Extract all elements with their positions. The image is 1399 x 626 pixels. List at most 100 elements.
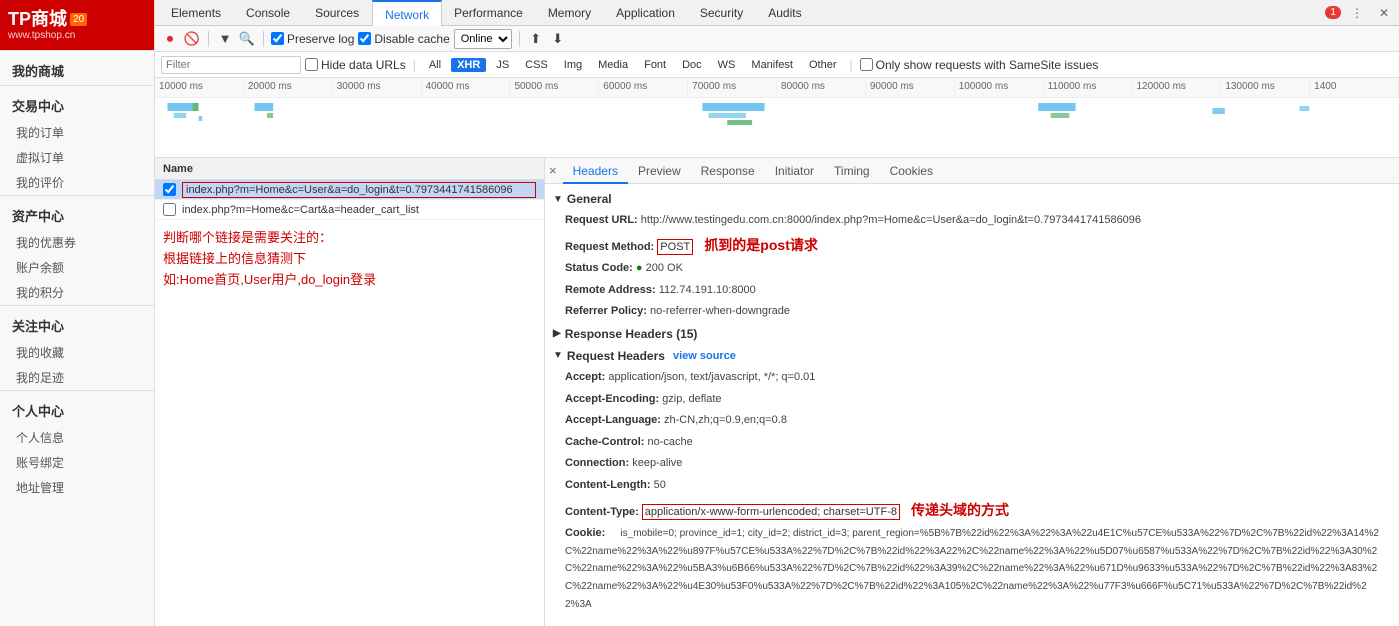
details-content: ▼ General Request URL: http://www.testin… [545, 184, 1399, 626]
sidebar-item-virtual-orders[interactable]: 虚拟订单 [0, 145, 154, 170]
tick-4: 50000 ms [510, 78, 599, 97]
filter-css[interactable]: CSS [519, 58, 554, 72]
request-headers-arrow: ▼ [553, 350, 563, 361]
tab-audits[interactable]: Audits [756, 0, 814, 26]
request-item-cart[interactable]: index.php?m=Home&c=Cart&a=header_cart_li… [155, 200, 544, 220]
network-toolbar: ⏺ 🚫 ▼ 🔍 Preserve log Disable cache Onlin… [155, 26, 1399, 52]
timeline-bars [155, 98, 1399, 158]
sidebar-item-address[interactable]: 地址管理 [0, 475, 154, 500]
status-value: 200 OK [646, 262, 683, 274]
filter-bar: Hide data URLs | All XHR JS CSS Img Medi… [155, 52, 1399, 78]
tick-12: 130000 ms [1221, 78, 1310, 97]
filter-separator: | [413, 58, 416, 72]
sidebar-item-balance[interactable]: 账户余额 [0, 255, 154, 280]
tab-memory[interactable]: Memory [536, 0, 604, 26]
cache-row: Cache-Control: no-cache [553, 432, 1391, 454]
tick-0: 10000 ms [155, 78, 244, 97]
sidebar-item-footprint[interactable]: 我的足迹 [0, 365, 154, 390]
tick-1: 20000 ms [244, 78, 333, 97]
response-headers-section[interactable]: ▶ Response Headers (15) [553, 323, 1391, 345]
tab-network[interactable]: Network [372, 0, 442, 26]
sidebar-item-my-orders[interactable]: 我的订单 [0, 120, 154, 145]
close-details-btn[interactable]: × [549, 163, 557, 178]
sidebar-item-bind-account[interactable]: 账号绑定 [0, 450, 154, 475]
tick-11: 120000 ms [1132, 78, 1221, 97]
stop-btn[interactable]: 🚫 [183, 30, 201, 48]
content-area: Name index.php?m=Home&c=User&a=do_login&… [155, 158, 1399, 626]
tab-elements[interactable]: Elements [159, 0, 234, 26]
hide-data-urls-checkbox[interactable]: Hide data URLs [305, 58, 406, 72]
same-site-checkbox[interactable]: Only show requests with SameSite issues [860, 58, 1099, 72]
details-tab-preview[interactable]: Preview [628, 158, 691, 184]
details-tab-headers[interactable]: Headers [563, 158, 628, 184]
filter-js[interactable]: JS [490, 58, 515, 72]
tick-13: 1400 [1310, 78, 1399, 97]
logo-badge: 20 [70, 13, 87, 26]
section-personal: 个人中心 [0, 390, 154, 425]
more-options-btn[interactable]: ⋮ [1345, 6, 1369, 20]
tab-security[interactable]: Security [688, 0, 756, 26]
separator-2 [263, 31, 264, 47]
response-headers-title: Response Headers (15) [565, 327, 698, 341]
filter-ws[interactable]: WS [712, 58, 742, 72]
accept-row: Accept: application/json, text/javascrip… [553, 367, 1391, 389]
request-checkbox-cart[interactable] [163, 203, 176, 216]
details-tab-response[interactable]: Response [691, 158, 765, 184]
tick-5: 60000 ms [599, 78, 688, 97]
requests-header: Name [155, 158, 544, 180]
logo: TP商城 20 www.tpshop.cn [0, 0, 154, 50]
import-btn[interactable]: ⬆ [527, 30, 545, 48]
filter-xhr[interactable]: XHR [451, 58, 486, 72]
details-tab-timing[interactable]: Timing [824, 158, 880, 184]
sidebar-item-favorites[interactable]: 我的收藏 [0, 340, 154, 365]
tab-performance[interactable]: Performance [442, 0, 536, 26]
tab-sources[interactable]: Sources [303, 0, 372, 26]
filter-doc[interactable]: Doc [676, 58, 708, 72]
type-label: Content-Type: [565, 506, 639, 518]
record-btn[interactable]: ⏺ [161, 30, 179, 48]
referrer-value: no-referrer-when-downgrade [650, 305, 790, 317]
filter-manifest[interactable]: Manifest [745, 58, 799, 72]
status-code-row: Status Code: ● 200 OK [553, 258, 1391, 280]
throttle-select[interactable]: Online [454, 29, 512, 49]
filter-input[interactable] [161, 56, 301, 74]
request-checkbox-login[interactable] [163, 183, 176, 196]
connection-value: keep-alive [632, 457, 682, 469]
content-length-row: Content-Length: 50 [553, 475, 1391, 497]
encoding-value: gzip, deflate [662, 393, 721, 405]
filter-btn[interactable]: ▼ [216, 30, 234, 48]
preserve-log-checkbox[interactable]: Preserve log [271, 32, 354, 46]
logo-text: TP商城 [8, 9, 67, 31]
view-source-link[interactable]: view source [673, 350, 736, 362]
length-value: 50 [654, 479, 666, 491]
request-method-label: Request Method: [565, 241, 654, 253]
sidebar-item-my-reviews[interactable]: 我的评价 [0, 170, 154, 195]
tab-application[interactable]: Application [604, 0, 688, 26]
timeline-ruler: 10000 ms 20000 ms 30000 ms 40000 ms 5000… [155, 78, 1399, 98]
export-btn[interactable]: ⬇ [549, 30, 567, 48]
request-name-login: index.php?m=Home&c=User&a=do_login&t=0.7… [182, 182, 536, 198]
accept-label: Accept: [565, 371, 605, 383]
sidebar-item-points[interactable]: 我的积分 [0, 280, 154, 305]
tab-console[interactable]: Console [234, 0, 303, 26]
filter-img[interactable]: Img [558, 58, 588, 72]
filter-other[interactable]: Other [803, 58, 843, 72]
section-trade: 交易中心 [0, 85, 154, 120]
details-tab-initiator[interactable]: Initiator [765, 158, 824, 184]
accept-value: application/json, text/javascript, */*; … [608, 371, 815, 383]
sidebar-item-coupons[interactable]: 我的优惠券 [0, 230, 154, 255]
request-headers-section[interactable]: ▼ Request Headers view source [553, 345, 1391, 367]
sidebar-item-profile[interactable]: 个人信息 [0, 425, 154, 450]
search-btn[interactable]: 🔍 [238, 30, 256, 48]
disable-cache-checkbox[interactable]: Disable cache [358, 32, 449, 46]
settings-btn[interactable]: ✕ [1373, 6, 1395, 20]
details-tab-cookies[interactable]: Cookies [880, 158, 943, 184]
request-item-login[interactable]: index.php?m=Home&c=User&a=do_login&t=0.7… [155, 180, 544, 200]
requests-panel: Name index.php?m=Home&c=User&a=do_login&… [155, 158, 545, 626]
filter-all[interactable]: All [423, 58, 447, 72]
filter-media[interactable]: Media [592, 58, 634, 72]
tick-7: 80000 ms [777, 78, 866, 97]
filter-font[interactable]: Font [638, 58, 672, 72]
general-section-header[interactable]: ▼ General [553, 188, 1391, 210]
request-method-row: Request Method: POST 抓到的是post请求 [553, 232, 1391, 259]
